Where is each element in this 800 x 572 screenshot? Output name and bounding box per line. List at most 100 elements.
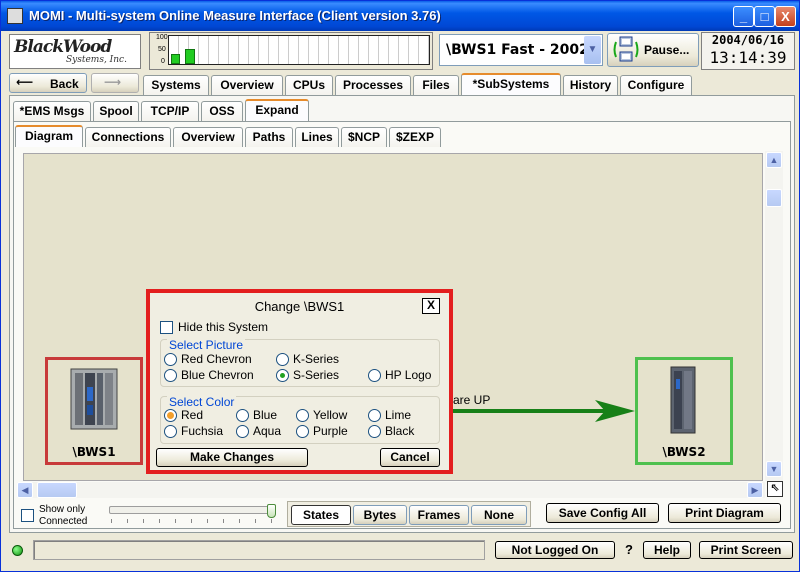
maximize-button[interactable]: □	[754, 6, 775, 27]
radio-s-series[interactable]: S-Series	[276, 368, 339, 382]
radio-label: Blue Chevron	[181, 368, 254, 382]
tab-systems[interactable]: Systems	[143, 75, 209, 95]
dialog-close-button[interactable]: X	[422, 298, 440, 314]
close-button[interactable]: X	[775, 6, 796, 27]
tab-diagram[interactable]: Diagram	[15, 125, 83, 147]
mode-frames-button[interactable]: Frames	[409, 505, 469, 525]
tab-spool[interactable]: Spool	[93, 101, 139, 121]
show-connected-checkbox[interactable]	[21, 509, 34, 522]
mode-none-button[interactable]: None	[471, 505, 527, 525]
tab-paths[interactable]: Paths	[245, 127, 293, 147]
horizontal-scroll-thumb[interactable]	[37, 482, 77, 498]
network-computers-icon	[613, 36, 639, 62]
tab-ems-msgs[interactable]: *EMS Msgs	[13, 101, 91, 121]
date-display: 2004/06/16	[711, 33, 785, 47]
scroll-down-icon[interactable]: ▼	[766, 461, 782, 477]
radio-yellow[interactable]: Yellow	[296, 408, 347, 422]
select-color-legend: Select Color	[167, 395, 237, 409]
zoom-slider[interactable]	[107, 504, 277, 526]
connected-label: Connected	[39, 516, 88, 527]
status-message-field	[33, 540, 485, 560]
vertical-scrollbar[interactable]: ▲ ▼	[765, 151, 783, 481]
radio-aqua[interactable]: Aqua	[236, 424, 281, 438]
change-system-dialog: Change \BWS1 X Hide this System Select P…	[146, 289, 453, 474]
hide-system-option[interactable]: Hide this System	[160, 320, 268, 334]
scroll-thumb[interactable]	[766, 189, 782, 207]
tab-subsystems[interactable]: *SubSystems	[461, 73, 561, 95]
company-logo: BlackWood Systems, Inc.	[9, 34, 141, 69]
scroll-right-icon[interactable]: ▶	[747, 482, 763, 498]
radio-purple[interactable]: Purple	[296, 424, 348, 438]
select-picture-legend: Select Picture	[167, 338, 246, 352]
scroll-left-icon[interactable]: ◀	[17, 482, 33, 498]
hide-system-label: Hide this System	[178, 320, 269, 334]
pause-button[interactable]: Pause...	[607, 33, 699, 67]
tab-oss[interactable]: OSS	[201, 101, 243, 121]
tab-ncp[interactable]: $NCP	[341, 127, 387, 147]
mode-states-button[interactable]: States	[291, 505, 351, 525]
scroll-up-icon[interactable]: ▲	[766, 152, 782, 168]
gauge-tick-0: 0	[161, 58, 165, 65]
tab-files[interactable]: Files	[413, 75, 459, 95]
radio-label: Red Chevron	[181, 352, 252, 366]
system-select[interactable]: \BWS1 Fast - 2002 ▼	[439, 34, 603, 66]
radio-fuchsia[interactable]: Fuchsia	[164, 424, 223, 438]
radio-label: Blue	[253, 408, 278, 422]
node-bws1[interactable]: \BWS1	[45, 357, 143, 465]
tab-processes[interactable]: Processes	[335, 75, 411, 95]
forward-button[interactable]: ⟶	[91, 73, 139, 93]
tab-lines[interactable]: Lines	[295, 127, 339, 147]
tab-overview[interactable]: Overview	[211, 75, 283, 95]
print-screen-button[interactable]: Print Screen	[699, 541, 793, 559]
radio-black[interactable]: Black	[368, 424, 414, 438]
tab-history[interactable]: History	[563, 75, 618, 95]
hide-system-checkbox[interactable]	[160, 320, 173, 334]
app-icon[interactable]	[7, 8, 23, 24]
horizontal-scrollbar[interactable]: ◀ ▶	[17, 482, 765, 498]
tab-cpus[interactable]: CPUs	[285, 75, 333, 95]
tab-configure[interactable]: Configure	[620, 75, 692, 95]
radio-lime[interactable]: Lime	[368, 408, 411, 422]
radio-label: Red	[181, 408, 204, 422]
radio-label: Fuchsia	[181, 424, 224, 438]
time-display: 13:14:39	[709, 48, 787, 67]
show-connected-option[interactable]: Show only Connected	[21, 504, 107, 528]
node-bws1-label: \BWS1	[72, 445, 116, 459]
radio-label: K-Series	[293, 352, 340, 366]
tab-expand-overview[interactable]: Overview	[173, 127, 243, 147]
help-question-icon: ?	[625, 542, 633, 557]
title-bar: MOMI - Multi-system Online Measure Inter…	[1, 1, 799, 31]
radio-hp-logo[interactable]: HP Logo	[368, 368, 431, 382]
tab-zexp[interactable]: $ZEXP	[389, 127, 441, 147]
dialog-title: Change \BWS1	[254, 299, 345, 314]
radio-red-chevron[interactable]: Red Chevron	[164, 352, 252, 366]
tab-tcpip[interactable]: TCP/IP	[141, 101, 199, 121]
tab-connections[interactable]: Connections	[85, 127, 171, 147]
print-diagram-button[interactable]: Print Diagram	[668, 503, 781, 523]
node-bws2-label: \BWS2	[662, 445, 706, 459]
radio-label: Yellow	[313, 408, 348, 422]
help-button[interactable]: Help	[643, 541, 691, 559]
save-config-button[interactable]: Save Config All	[546, 503, 659, 523]
make-changes-button[interactable]: Make Changes	[156, 448, 308, 467]
radio-label: Lime	[385, 408, 412, 422]
link-label: are UP	[453, 393, 491, 407]
tab-expand[interactable]: Expand	[245, 99, 309, 121]
slider-thumb[interactable]	[267, 504, 276, 518]
radio-red[interactable]: Red	[164, 408, 203, 422]
mode-bytes-button[interactable]: Bytes	[353, 505, 407, 525]
node-bws2[interactable]: \BWS2	[635, 357, 733, 465]
main-window: MOMI - Multi-system Online Measure Inter…	[0, 0, 800, 572]
login-button[interactable]: Not Logged On	[495, 541, 615, 559]
cancel-button[interactable]: Cancel	[380, 448, 440, 467]
radio-blue[interactable]: Blue	[236, 408, 277, 422]
chevron-down-icon[interactable]: ▼	[584, 36, 601, 64]
back-button[interactable]: ⟵ Back	[9, 73, 87, 93]
resize-corner-icon[interactable]: ⇖	[767, 481, 783, 497]
server-icon	[70, 368, 118, 430]
forward-arrow-icon: ⟶	[104, 75, 122, 89]
minimize-button[interactable]: _	[733, 6, 754, 27]
radio-blue-chevron[interactable]: Blue Chevron	[164, 368, 254, 382]
radio-k-series[interactable]: K-Series	[276, 352, 339, 366]
radio-label: Aqua	[253, 424, 282, 438]
